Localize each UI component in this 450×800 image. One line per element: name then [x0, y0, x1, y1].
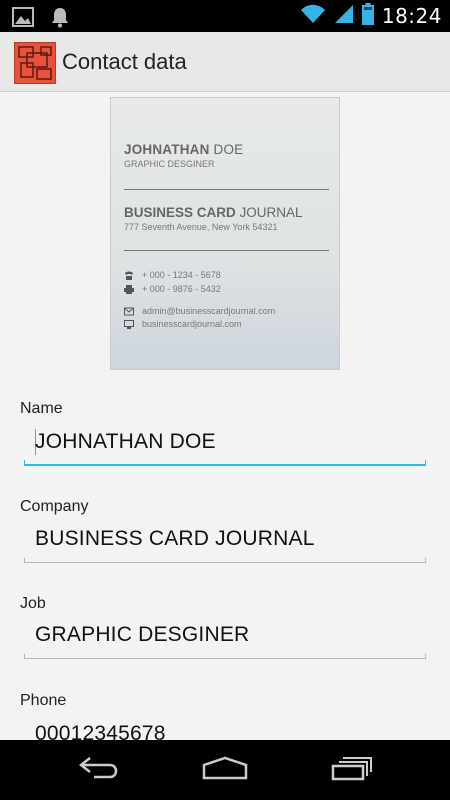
recent-apps-icon: [329, 755, 375, 786]
name-label: Name: [20, 400, 63, 417]
notification-bell-icon: [50, 6, 70, 33]
home-button[interactable]: [195, 750, 255, 790]
phone-icon: [124, 271, 134, 280]
name-field[interactable]: JOHNATHAN DOE: [24, 422, 426, 466]
card-company: BUSINESS CARD JOURNAL: [124, 205, 303, 220]
field-underline: [24, 558, 426, 563]
field-underline: [24, 460, 426, 466]
status-bar: 18:24: [0, 0, 450, 32]
contact-form: Name JOHNATHAN DOE Company BUSINESS CARD…: [0, 372, 450, 740]
clock: 18:24: [381, 4, 442, 28]
action-bar: Contact data: [0, 32, 450, 92]
company-field[interactable]: BUSINESS CARD JOURNAL: [24, 519, 426, 563]
status-bar-right: 18:24: [300, 0, 442, 32]
status-bar-left: [12, 6, 70, 33]
back-button[interactable]: [70, 750, 130, 790]
card-divider: [124, 189, 329, 190]
name-value: JOHNATHAN DOE: [35, 430, 216, 453]
job-value: GRAPHIC DESGINER: [35, 623, 250, 646]
card-address: 777 Seventh Avenue, New York 54321: [124, 222, 278, 232]
field-underline: [24, 654, 426, 659]
gallery-icon: [12, 7, 34, 32]
page-title: Contact data: [62, 49, 187, 74]
wifi-icon: [300, 4, 326, 29]
back-icon: [78, 755, 122, 786]
card-name: JOHNATHAN DOE: [124, 142, 244, 157]
phone-field[interactable]: 00012345678: [24, 714, 426, 740]
card-phone-row: + 000 - 1234 - 5678: [124, 270, 221, 280]
home-icon: [200, 755, 250, 786]
card-fax-row: + 000 - 9876 - 5432: [124, 284, 221, 294]
app-logo-icon[interactable]: [14, 42, 56, 84]
battery-icon: [361, 2, 374, 30]
mail-icon: [124, 307, 134, 316]
recent-apps-button[interactable]: [322, 750, 382, 790]
card-email-row: admin@businesscardjournal.com: [124, 306, 275, 316]
job-field[interactable]: GRAPHIC DESGINER: [24, 615, 426, 659]
signal-icon: [334, 4, 354, 29]
card-website-row: businesscardjournal.com: [124, 319, 242, 329]
phone-value: 00012345678: [35, 722, 166, 740]
navigation-bar: [0, 740, 450, 800]
company-label: Company: [20, 498, 89, 515]
card-divider: [124, 250, 329, 251]
card-role: GRAPHIC DESGINER: [124, 159, 215, 169]
company-value: BUSINESS CARD JOURNAL: [35, 527, 315, 550]
fax-icon: [124, 284, 134, 294]
job-label: Job: [20, 595, 46, 612]
monitor-icon: [124, 319, 134, 329]
business-card-image: JOHNATHAN DOE GRAPHIC DESGINER BUSINESS …: [110, 97, 340, 370]
phone-label: Phone: [20, 692, 67, 709]
